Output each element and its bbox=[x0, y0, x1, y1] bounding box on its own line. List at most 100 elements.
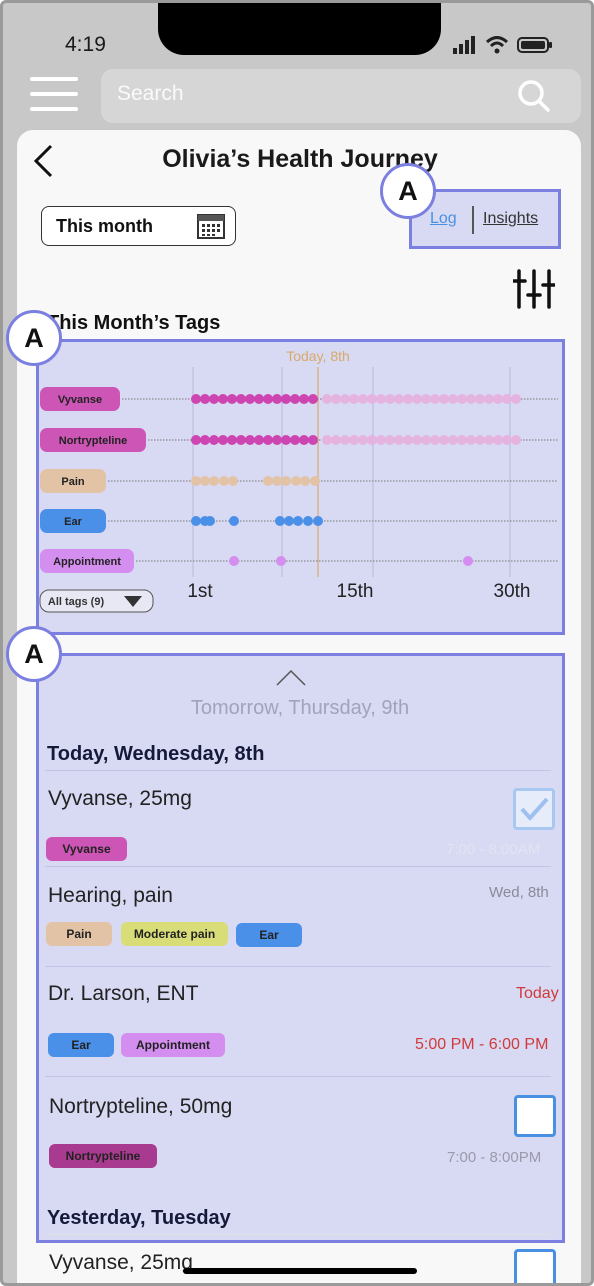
tag-chip[interactable]: Pain bbox=[46, 922, 112, 946]
data-dot bbox=[272, 394, 282, 404]
tab-log[interactable]: Log bbox=[430, 210, 457, 228]
data-dot bbox=[281, 435, 291, 445]
page-title: Olivia’s Health Journey bbox=[162, 145, 438, 173]
chevron-up-icon[interactable] bbox=[275, 669, 307, 687]
entry-date: Today bbox=[516, 985, 559, 1002]
data-dot bbox=[475, 435, 485, 445]
day-header-today: Today, Wednesday, 8th bbox=[47, 743, 265, 765]
tomorrow-label[interactable]: Tomorrow, Thursday, 9th bbox=[3, 697, 591, 720]
data-dot bbox=[308, 435, 318, 445]
search-input[interactable]: Search bbox=[101, 69, 581, 123]
data-dot bbox=[254, 435, 264, 445]
tag-chip-label: Appointment bbox=[53, 556, 121, 568]
search-icon[interactable] bbox=[517, 79, 551, 113]
data-dot bbox=[299, 435, 309, 445]
checkbox-unchecked[interactable] bbox=[514, 1095, 556, 1137]
data-dot bbox=[254, 394, 264, 404]
all-tags-label: All tags (9) bbox=[48, 596, 105, 608]
data-dot bbox=[191, 435, 201, 445]
tag-chip[interactable]: Ear bbox=[48, 1033, 114, 1057]
data-dot bbox=[236, 394, 246, 404]
data-dot bbox=[484, 394, 494, 404]
data-dot bbox=[331, 435, 341, 445]
data-dot bbox=[263, 435, 273, 445]
tag-chip[interactable]: Ear bbox=[236, 923, 302, 947]
data-dot bbox=[281, 476, 291, 486]
data-dot bbox=[308, 394, 318, 404]
data-dot bbox=[412, 435, 422, 445]
today-label: Today, 8th bbox=[286, 348, 350, 364]
notch bbox=[158, 3, 441, 55]
data-dot bbox=[484, 435, 494, 445]
divider bbox=[45, 866, 551, 867]
data-dot bbox=[412, 394, 422, 404]
data-dot bbox=[191, 394, 201, 404]
all-tags-dropdown[interactable]: All tags (9) bbox=[39, 589, 154, 613]
date-range-selector[interactable]: This month bbox=[41, 206, 236, 246]
data-dot bbox=[209, 476, 219, 486]
data-dot bbox=[310, 476, 320, 486]
entry-time: 7:00 - 8:00PM bbox=[447, 1149, 542, 1166]
data-dot bbox=[394, 394, 404, 404]
entry-date: Wed, 8th bbox=[489, 884, 549, 901]
data-dot bbox=[218, 435, 228, 445]
battery-icon bbox=[517, 37, 552, 53]
data-dot bbox=[376, 394, 386, 404]
data-dot bbox=[200, 476, 210, 486]
tag-chip[interactable]: Moderate pain bbox=[121, 922, 228, 946]
data-dot bbox=[502, 394, 512, 404]
data-dot bbox=[245, 435, 255, 445]
data-dot bbox=[463, 556, 473, 566]
tag-chip-label: Ear bbox=[64, 516, 82, 528]
data-dot bbox=[340, 435, 350, 445]
data-dot bbox=[448, 394, 458, 404]
data-dot bbox=[229, 516, 239, 526]
x-axis-label: 30th bbox=[494, 581, 531, 602]
tag-chip[interactable]: Vyvanse bbox=[46, 837, 127, 861]
data-dot bbox=[403, 435, 413, 445]
data-dot bbox=[281, 394, 291, 404]
tags-section-title: This Month’s Tags bbox=[47, 312, 221, 334]
checkmark-icon bbox=[520, 797, 549, 822]
data-dot bbox=[322, 394, 332, 404]
data-dot bbox=[331, 394, 341, 404]
entry-title[interactable]: Dr. Larson, ENT bbox=[48, 982, 199, 1006]
data-dot bbox=[385, 394, 395, 404]
menu-icon[interactable] bbox=[30, 75, 78, 113]
tag-chip[interactable]: Nortrypteline bbox=[49, 1144, 157, 1168]
entry-title[interactable]: Hearing, pain bbox=[48, 884, 173, 908]
filter-sliders-icon[interactable] bbox=[513, 269, 555, 309]
tab-insights[interactable]: Insights bbox=[483, 210, 538, 228]
x-axis-label: 15th bbox=[337, 581, 374, 602]
data-dot bbox=[403, 394, 413, 404]
data-dot bbox=[299, 394, 309, 404]
entry-title[interactable]: Vyvanse, 25mg bbox=[48, 787, 192, 811]
data-dot bbox=[367, 394, 377, 404]
data-dot bbox=[229, 556, 239, 566]
status-time: 4:19 bbox=[65, 33, 106, 56]
home-indicator bbox=[183, 1268, 417, 1274]
data-dot bbox=[430, 394, 440, 404]
data-dot bbox=[439, 435, 449, 445]
data-dot bbox=[200, 435, 210, 445]
data-dot bbox=[200, 394, 210, 404]
date-range-label: This month bbox=[56, 216, 153, 236]
checkbox-unchecked[interactable] bbox=[514, 1249, 556, 1283]
divider bbox=[45, 1076, 551, 1077]
entry-title[interactable]: Nortrypteline, 50mg bbox=[49, 1095, 232, 1119]
tags-timeline-chart: Today, 8th Vyvanse Nortrypteline Pain Ear App… bbox=[39, 348, 558, 613]
entry-title[interactable]: Vyvanse, 25mg bbox=[49, 1251, 193, 1275]
data-dot bbox=[457, 394, 467, 404]
data-dot bbox=[448, 435, 458, 445]
checkbox-checked[interactable] bbox=[513, 788, 555, 830]
data-dot bbox=[228, 476, 238, 486]
data-dot bbox=[227, 394, 237, 404]
annotation-badge: A bbox=[6, 310, 62, 366]
data-dot bbox=[376, 435, 386, 445]
data-dot bbox=[493, 394, 503, 404]
data-dot bbox=[475, 394, 485, 404]
data-dot bbox=[493, 435, 503, 445]
data-dot bbox=[511, 435, 521, 445]
tag-chip[interactable]: Appointment bbox=[121, 1033, 225, 1057]
data-dot bbox=[430, 435, 440, 445]
